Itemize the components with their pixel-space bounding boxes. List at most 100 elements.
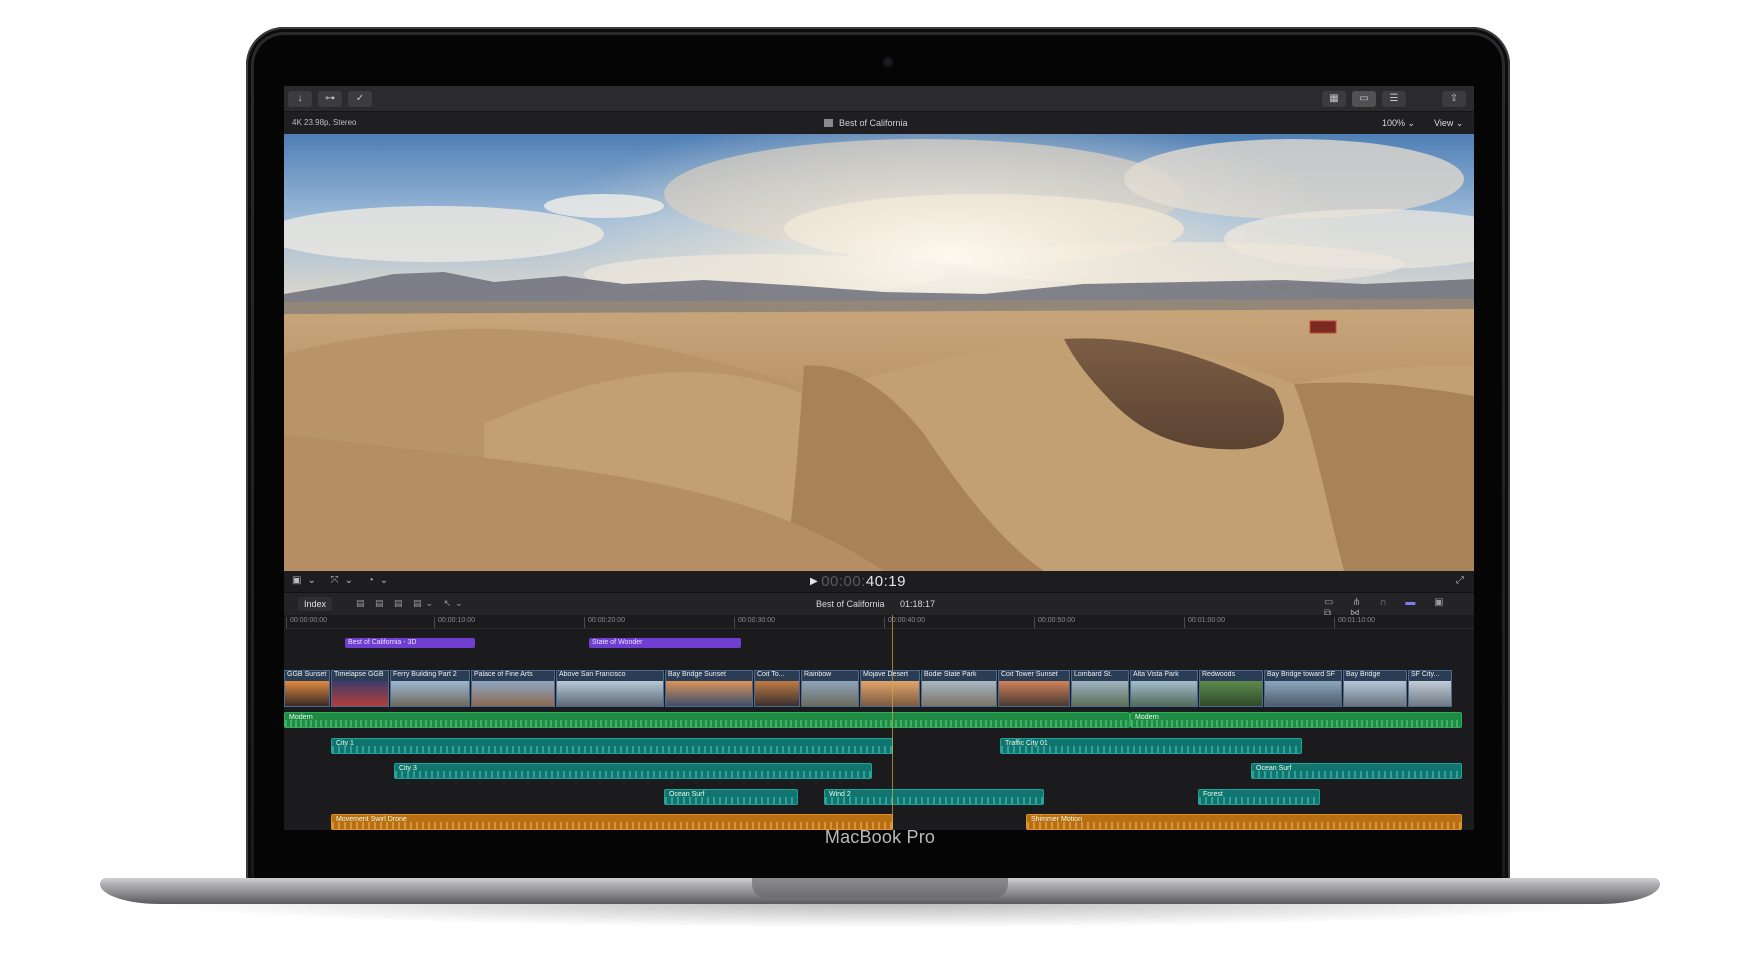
viewer-title-text: Best of California (839, 118, 908, 128)
clapper-icon (824, 119, 833, 127)
title-clip[interactable]: Best of California - 3D (345, 638, 475, 648)
video-clip[interactable]: Ferry Building Part 2 (390, 670, 470, 707)
inspector-toggle-button[interactable]: ☰ (1382, 91, 1406, 107)
video-clip[interactable]: Alta Vista Park (1130, 670, 1198, 707)
video-viewer[interactable] (284, 134, 1474, 571)
video-clip[interactable]: Palace of Fine Arts (471, 670, 555, 707)
video-clip[interactable]: Bay Bridge Sunset (665, 670, 753, 707)
ruler-tick: 00:01:00:00 (1184, 617, 1225, 628)
title-clip[interactable]: State of Wonder (589, 638, 741, 648)
music-clip[interactable]: Modern (284, 712, 1130, 728)
title-effect-clip[interactable]: Shimmer Motion (1026, 814, 1462, 830)
clip-label: Ferry Building Part 2 (393, 671, 457, 678)
device-brand-label: MacBook Pro (824, 827, 936, 847)
viewer-title: Best of California (824, 118, 908, 128)
waveform (332, 822, 892, 829)
audio-clip[interactable]: Traffic City 01 (1000, 738, 1302, 754)
audio-clip[interactable]: Forest (1198, 789, 1320, 805)
zoom-dropdown[interactable]: 100% ⌄ (1382, 118, 1415, 129)
ruler-tick: 00:00:50:00 (1034, 617, 1075, 628)
clip-label: Lombard St. (1074, 671, 1113, 678)
video-clip[interactable]: Lombard St. (1071, 670, 1129, 707)
video-clip[interactable]: Coit Tower Sunset (998, 670, 1070, 707)
video-clip[interactable]: Bodie State Park (921, 670, 997, 707)
ruler-tick: 00:00:00:00 (286, 617, 327, 628)
clip-label: Bay Bridge (1346, 671, 1381, 678)
view-dropdown[interactable]: View ⌄ (1434, 118, 1463, 129)
audio-clip[interactable]: City 1 (331, 738, 893, 754)
video-clip[interactable]: Above San Francisco (556, 670, 664, 707)
clip-label: Timelapse GGB (334, 671, 384, 678)
timeline-toggle-button[interactable]: ▭ (1352, 91, 1376, 107)
timecode-value: 40:19 (865, 573, 906, 590)
video-clip[interactable]: SF City... (1408, 670, 1452, 707)
video-clip[interactable]: Mojave Desert (860, 670, 920, 707)
video-clip[interactable]: Bay Bridge toward SF (1264, 670, 1342, 707)
timecode-display[interactable]: ▶ 00:00:40:19 (810, 573, 906, 590)
video-clip[interactable]: GGB Sunset (284, 670, 330, 707)
clip-label: Above San Francisco (559, 671, 626, 678)
playhead[interactable] (892, 615, 893, 830)
desert-dunes-frame (284, 134, 1474, 571)
clip-label: Coit To... (757, 671, 785, 678)
clip-thumbnail (391, 681, 469, 706)
keywords-button[interactable]: ⊶ (318, 91, 342, 107)
ruler-tick: 00:00:20:00 (584, 617, 625, 628)
timeline[interactable]: Best of California - 3D State of Wonder … (284, 629, 1474, 830)
viewer-tools[interactable]: ▣⌄ ⤧⌄ ◔⌄ (292, 575, 394, 586)
clip-label: Palace of Fine Arts (474, 671, 533, 678)
video-clip[interactable]: Coit To... (754, 670, 800, 707)
ruler-tick: 00:00:30:00 (734, 617, 775, 628)
base-shadow (140, 902, 1620, 928)
waveform (1252, 771, 1461, 778)
waveform (1001, 746, 1301, 753)
clip-thumbnail (285, 681, 329, 706)
clip-thumbnail (1200, 681, 1262, 706)
edit-tools[interactable]: ▤ ▤ ▤ ▤⌄ ↖⌄ (356, 598, 467, 609)
clip-label: Mojave Desert (863, 671, 909, 678)
waveform (285, 720, 1129, 727)
timeline-duration: 01:18:17 (900, 599, 936, 609)
camera-icon (884, 58, 892, 66)
play-icon[interactable]: ▶ (810, 576, 818, 587)
clip-label: Bay Bridge Sunset (668, 671, 726, 678)
clip-thumbnail (1072, 681, 1128, 706)
ruler-tick: 00:00:10:00 (434, 617, 475, 628)
title-effect-clip[interactable]: Movement Swirl Drone (331, 814, 893, 830)
fullscreen-icon[interactable]: ⤢ (1456, 575, 1464, 586)
browser-toggle-button[interactable]: ▦ (1322, 91, 1346, 107)
clip-thumbnail (802, 681, 858, 706)
video-clip[interactable]: Rainbow (801, 670, 859, 707)
clip-thumbnail (755, 681, 799, 706)
clip-thumbnail (332, 681, 388, 706)
clip-thumbnail (1344, 681, 1406, 706)
clip-thumbnail (557, 681, 663, 706)
import-button[interactable]: ↓ (288, 91, 312, 107)
lid-notch (752, 878, 1008, 898)
share-button[interactable]: ⇪ (1442, 91, 1466, 107)
audio-clip[interactable]: Ocean Surf (664, 789, 798, 805)
clip-label: Bodie State Park (924, 671, 977, 678)
index-button[interactable]: Index (298, 597, 333, 611)
video-clip[interactable]: Timelapse GGB (331, 670, 389, 707)
music-clip[interactable]: Modern (1130, 712, 1462, 728)
video-clip[interactable]: Redwoods (1199, 670, 1263, 707)
clip-thumbnail (861, 681, 919, 706)
timeline-ruler[interactable]: 00:00:00:00 00:00:10:00 00:00:20:00 00:0… (284, 615, 1474, 629)
waveform (1199, 797, 1319, 804)
clip-label: Redwoods (1202, 671, 1236, 678)
video-clip[interactable]: Bay Bridge (1343, 670, 1407, 707)
format-info: 4K 23.98p, Stereo (292, 118, 357, 127)
audio-clip[interactable]: Wind 2 (824, 789, 1044, 805)
viewer-controls: ▣⌄ ⤧⌄ ◔⌄ ▶ 00:00:40:19 ⤢ (284, 571, 1474, 593)
clip-thumbnail (1131, 681, 1197, 706)
audio-clip[interactable]: City 3 (394, 763, 872, 779)
background-tasks-button[interactable]: ✓ (348, 91, 372, 107)
timeline-header: Index ▤ ▤ ▤ ▤⌄ ↖⌄ Best of California 01:… (284, 593, 1474, 619)
app-screen: ↓ ⊶ ✓ ▦ ▭ ☰ ⇪ 4K 23.98p, Stereo Best of … (284, 86, 1474, 830)
clip-label: Alta Vista Park (1133, 671, 1179, 678)
viewer-header: 4K 23.98p, Stereo Best of California 100… (284, 112, 1474, 134)
clip-thumbnail (922, 681, 996, 706)
audio-clip[interactable]: Ocean Surf (1251, 763, 1462, 779)
waveform (395, 771, 871, 778)
